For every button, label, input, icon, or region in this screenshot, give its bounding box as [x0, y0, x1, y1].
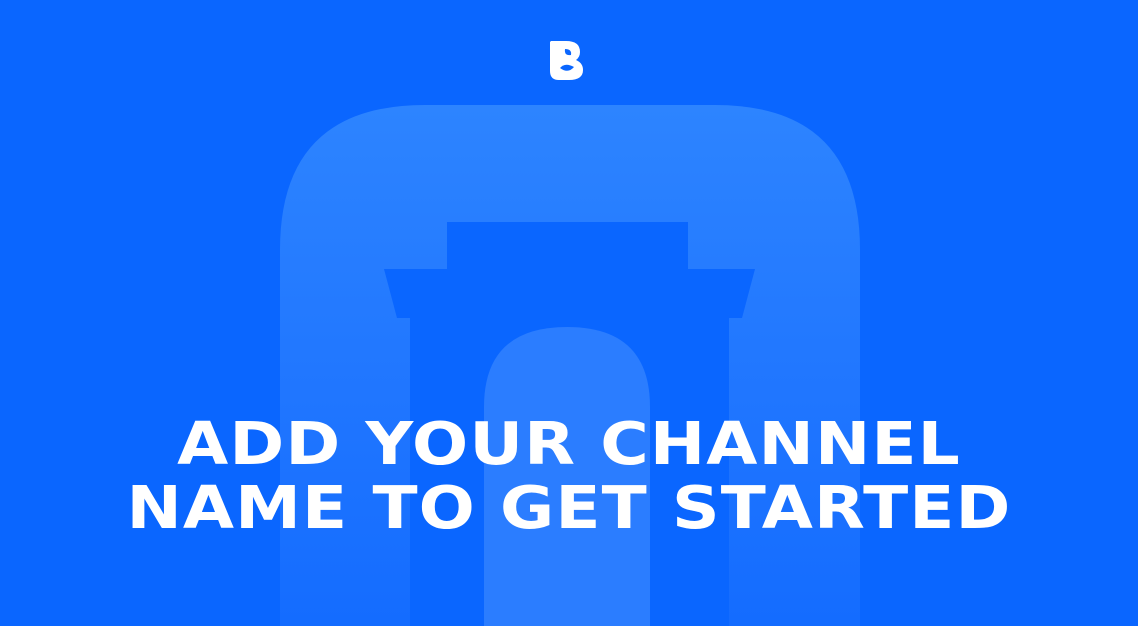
headline-line-2: NAME TO GET STARTED — [126, 473, 1012, 542]
headline: ADD YOUR CHANNEL NAME TO GET STARTED — [0, 412, 1138, 540]
brand-b-logo-icon — [550, 41, 583, 80]
promo-banner: ADD YOUR CHANNEL NAME TO GET STARTED — [0, 0, 1138, 626]
headline-line-1: ADD YOUR CHANNEL — [177, 409, 961, 478]
